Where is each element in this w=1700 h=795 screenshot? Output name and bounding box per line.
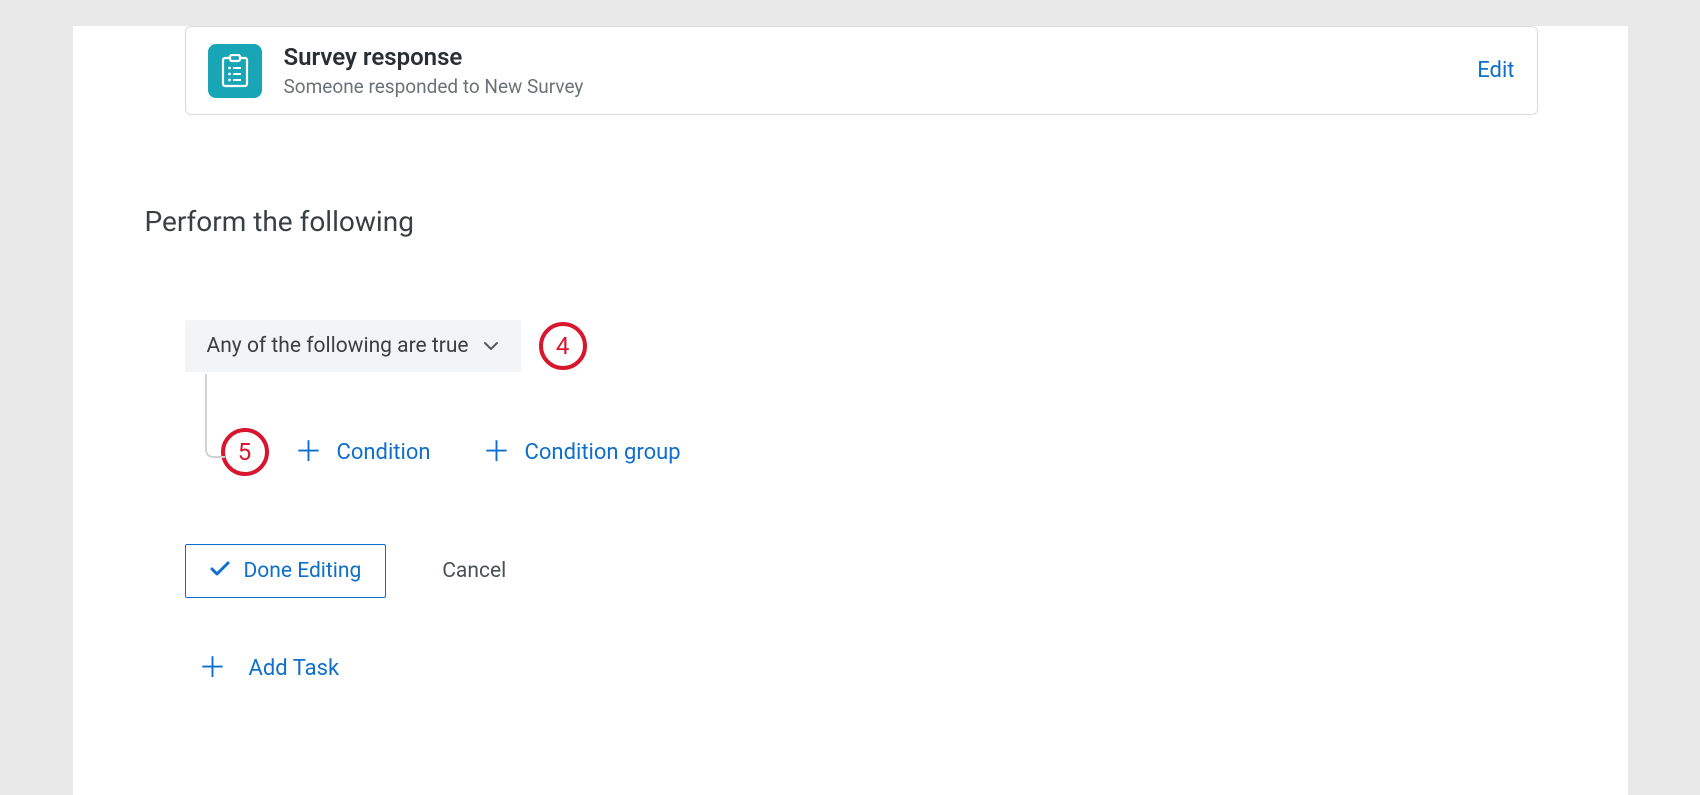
done-editing-button[interactable]: Done Editing bbox=[185, 544, 387, 598]
trigger-texts: Survey response Someone responded to New… bbox=[284, 43, 1456, 98]
add-task-label: Add Task bbox=[249, 656, 340, 681]
plus-icon: ＋ bbox=[483, 438, 511, 466]
check-icon bbox=[210, 559, 230, 583]
done-editing-label: Done Editing bbox=[244, 559, 362, 583]
page-panel: Survey response Someone responded to New… bbox=[73, 26, 1628, 795]
add-condition-label: Condition bbox=[337, 440, 431, 465]
logic-dropdown-label: Any of the following are true bbox=[207, 334, 469, 358]
cancel-button[interactable]: Cancel bbox=[442, 559, 506, 583]
trigger-card: Survey response Someone responded to New… bbox=[185, 26, 1538, 115]
add-condition-button[interactable]: ＋ Condition bbox=[295, 438, 431, 466]
annotation-callout-5: 5 bbox=[221, 428, 269, 476]
add-task-button[interactable]: ＋ Add Task bbox=[199, 654, 1538, 682]
add-condition-group-button[interactable]: ＋ Condition group bbox=[483, 438, 681, 466]
edit-button[interactable]: Edit bbox=[1477, 58, 1514, 83]
add-condition-group-label: Condition group bbox=[525, 440, 681, 465]
plus-icon: ＋ bbox=[295, 438, 323, 466]
clipboard-icon bbox=[208, 44, 262, 98]
logic-dropdown[interactable]: Any of the following are true bbox=[185, 320, 521, 372]
connector-line bbox=[205, 374, 225, 458]
trigger-title: Survey response bbox=[284, 43, 1456, 71]
perform-section-title: Perform the following bbox=[145, 205, 1538, 238]
chevron-down-icon bbox=[483, 341, 499, 351]
plus-icon: ＋ bbox=[199, 654, 227, 682]
trigger-subtitle: Someone responded to New Survey bbox=[284, 75, 1456, 98]
annotation-callout-4: 4 bbox=[539, 322, 587, 370]
